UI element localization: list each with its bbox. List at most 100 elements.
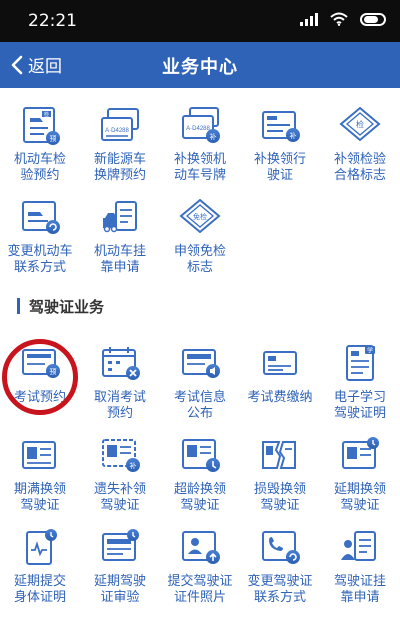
label-line1: 申领免检 (173, 243, 226, 258)
status-icons (300, 12, 386, 26)
supplement-badge-text: 补 (130, 461, 137, 470)
label-line1: 变更机动车 (7, 243, 73, 258)
label-line2: 联系方式 (13, 259, 66, 274)
service-overage-renewal[interactable]: 超龄换领 驾驶证 (160, 428, 240, 520)
service-e-learning-certificate[interactable]: 学 电子学习 驾驶证明 (320, 336, 400, 428)
service-damaged-renewal[interactable]: 损毁换领 驾驶证 (240, 428, 320, 520)
label-line1: 考试信息 (173, 389, 226, 404)
overage-renewal-icon (182, 439, 220, 472)
label-line2: 驾驶证 (100, 497, 140, 512)
change-license-contact-icon (262, 531, 300, 564)
label-line2: 驾驶证 (180, 497, 220, 512)
label-line2: 靠申请 (340, 589, 380, 604)
section-accent-bar (17, 298, 20, 314)
exam-badge-text: 预 (50, 134, 57, 143)
service-vehicle-affiliation[interactable]: 机动车挂 靠申请 (80, 190, 160, 282)
label-line2: 联系方式 (253, 589, 306, 604)
service-change-license-contact[interactable]: 变更驾驶证 联系方式 (240, 520, 320, 612)
label-line1: 补领检验 (333, 151, 386, 166)
label-line1: 期满换领 (13, 481, 66, 496)
label-line1: 新能源车 (93, 151, 146, 166)
label-line2: 预约 (106, 405, 133, 420)
service-deferred-license-review[interactable]: 延期驾驶 证审验 (80, 520, 160, 612)
service-deferred-health-proof[interactable]: 延期提交 身体证明 (0, 520, 80, 612)
cancel-exam-icon (102, 347, 140, 380)
service-plate-replacement[interactable]: A·D4288 补 补换领机 动车号牌 (160, 98, 240, 190)
vehicle-inspection-appointment-icon: 检 预 (23, 107, 60, 145)
label-line2: 证件照片 (173, 589, 226, 604)
license-affiliation-icon (341, 531, 376, 561)
exam-badge-text: 预 (50, 367, 57, 376)
page-title: 业务中心 (162, 57, 238, 77)
wifi-icon (330, 12, 348, 26)
label-line1: 延期驾驶 (93, 573, 146, 588)
label-line2: 驾驶证 (20, 497, 60, 512)
service-deferred-renewal[interactable]: 延期换领 驾驶证 (320, 428, 400, 520)
expiry-renewal-icon (22, 441, 56, 469)
label-line2: 驾驶证 (340, 497, 380, 512)
service-lost-reissue[interactable]: 补 遗失补领 驾驶证 (80, 428, 160, 520)
service-submit-license-photo[interactable]: 提交驾驶证 证件照片 (160, 520, 240, 612)
label-line1: 机动车检 (13, 151, 66, 166)
service-exam-info[interactable]: 考试信息 公布 (160, 336, 240, 428)
battery-icon (360, 12, 386, 26)
label-line2: 驾驶证明 (333, 405, 386, 420)
label-line1: 延期换领 (333, 481, 386, 496)
label-line2: 换牌预约 (93, 167, 146, 182)
supplement-badge-text: 补 (290, 131, 297, 140)
label-line1: 提交驾驶证 (167, 573, 233, 588)
label-line1: 驾驶证挂 (333, 573, 386, 588)
service-exam-fee[interactable]: 考试费缴纳 (240, 336, 320, 428)
section-header-license: 驾驶证业务 (17, 296, 104, 316)
label-line1: 补换领机 (173, 151, 226, 166)
label-line2: 驾驶证 (260, 497, 300, 512)
signal-icon (300, 12, 318, 26)
exempt-badge-text: 免检 (193, 212, 207, 221)
service-new-energy-plate[interactable]: A·D4288 新能源车 换牌预约 (80, 98, 160, 190)
change-vehicle-contact-icon (22, 201, 60, 234)
service-expiry-renewal[interactable]: 期满换领 驾驶证 (0, 428, 80, 520)
label-line1: 电子学习 (333, 389, 386, 404)
status-bar: 22:21 (0, 0, 400, 42)
vehicle-services-grid: 检 预 机动车检 验预约 A·D4288 新能源车 换牌预约 A·D4288 补 补… (0, 98, 400, 282)
plate-text: A·D4288 (186, 126, 210, 132)
e-learning-certificate-icon: 学 (346, 345, 375, 381)
label-line1: 遗失补领 (93, 481, 146, 496)
service-driving-license-replacement[interactable]: 补 补换领行 驶证 (240, 98, 320, 190)
label-line1: 超龄换领 (173, 481, 226, 496)
exam-info-icon (182, 349, 220, 378)
service-license-affiliation[interactable]: 驾驶证挂 靠申请 (320, 520, 400, 612)
nav-bar: 返回 业务中心 (0, 42, 400, 88)
exemption-mark-icon: 免检 (179, 198, 221, 234)
label-line1: 考试费缴纳 (247, 389, 313, 404)
service-exam-appointment[interactable]: 预 考试预约 (0, 336, 80, 428)
section-title: 驾驶证业务 (29, 298, 105, 316)
service-inspection-mark[interactable]: 检 补领检验 合格标志 (320, 98, 400, 190)
inspection-mark-icon: 检 (339, 106, 381, 142)
label-line2: 公布 (186, 405, 213, 420)
new-energy-plate-icon: A·D4288 (101, 108, 139, 141)
label-line1: 取消考试 (93, 389, 146, 404)
service-cancel-exam[interactable]: 取消考试 预约 (80, 336, 160, 428)
plate-replacement-icon: A·D4288 补 (182, 107, 220, 143)
label-line1: 变更驾驶证 (247, 573, 313, 588)
label-line1: 考试预约 (13, 389, 66, 404)
service-change-vehicle-contact[interactable]: 变更机动车 联系方式 (0, 190, 80, 282)
deferred-renewal-icon (342, 437, 379, 469)
exam-appointment-icon: 预 (22, 349, 60, 378)
inspect-badge-text: 检 (356, 119, 364, 129)
service-vehicle-inspection[interactable]: 检 预 机动车检 验预约 (0, 98, 80, 190)
vehicle-affiliation-icon (103, 201, 137, 233)
label-line1: 损毁换领 (253, 481, 306, 496)
label-line2: 证审验 (100, 589, 140, 604)
label-line1: 机动车挂 (93, 243, 146, 258)
label-line2: 靠申请 (100, 259, 140, 274)
label-line2: 合格标志 (333, 167, 386, 182)
deferred-license-review-icon (102, 529, 139, 561)
inspect-badge-text: 检 (44, 111, 49, 118)
study-badge-text: 学 (367, 347, 373, 355)
label-line1: 延期提交 (13, 573, 66, 588)
label-line1: 补换领行 (253, 151, 306, 166)
label-line2: 驶证 (266, 167, 293, 182)
service-exemption-mark[interactable]: 免检 申领免检 标志 (160, 190, 240, 282)
